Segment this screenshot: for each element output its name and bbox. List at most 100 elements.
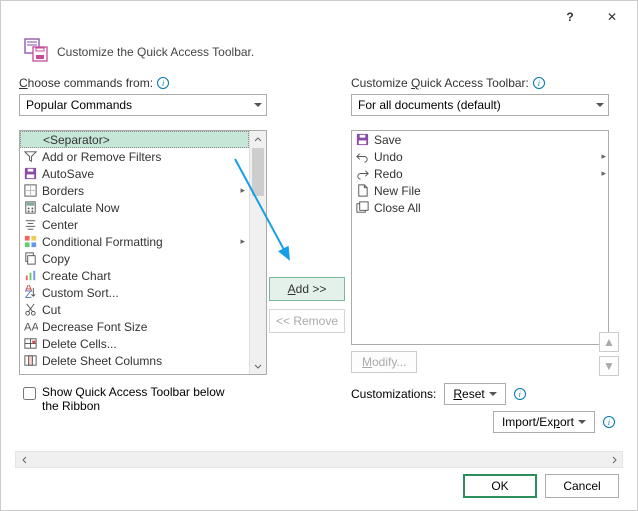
- chevron-down-icon: [254, 103, 262, 107]
- dialog-footer: OK Cancel: [463, 474, 619, 498]
- submenu-arrow-icon: ▸: [601, 168, 606, 179]
- list-item[interactable]: Redo ▸: [352, 165, 608, 182]
- list-item[interactable]: Cut: [20, 301, 249, 318]
- delcols-icon: [22, 353, 38, 369]
- import-export-button[interactable]: Import/Export: [493, 411, 595, 433]
- show-below-ribbon-checkbox[interactable]: Show Quick Access Toolbar below the Ribb…: [19, 385, 229, 413]
- list-item[interactable]: AA Decrease Font Size: [20, 318, 249, 335]
- titlebar: ? ✕: [1, 1, 637, 33]
- list-item[interactable]: Delete Cells...: [20, 335, 249, 352]
- dialog-header: Customize the Quick Access Toolbar.: [1, 33, 637, 76]
- item-label: Calculate Now: [42, 201, 119, 215]
- modify-button[interactable]: Modify...: [351, 351, 417, 373]
- copy-icon: [22, 251, 38, 267]
- info-icon[interactable]: i: [157, 77, 169, 89]
- move-down-button[interactable]: ▼: [599, 356, 619, 376]
- list-item[interactable]: AZ Custom Sort...: [20, 284, 249, 301]
- closeall-icon: [354, 200, 370, 216]
- center-icon: [22, 217, 38, 233]
- item-label: Redo: [374, 167, 403, 181]
- customizations-row: Customizations: Reset i: [351, 383, 609, 405]
- list-item[interactable]: <Separator>: [20, 131, 249, 148]
- list-item[interactable]: Save: [352, 131, 608, 148]
- save-icon: [354, 132, 370, 148]
- info-icon[interactable]: i: [514, 388, 526, 400]
- autosave-icon: [22, 166, 38, 182]
- cancel-button[interactable]: Cancel: [545, 474, 619, 498]
- item-label: <Separator>: [43, 133, 110, 147]
- list-item[interactable]: Add or Remove Filters: [20, 148, 249, 165]
- choose-commands-label: Choose commands from: i: [19, 76, 267, 90]
- right-column: Customize Quick Access Toolbar: i For al…: [351, 76, 609, 433]
- fontdec-icon: AA: [22, 319, 38, 335]
- list-item[interactable]: Undo ▸: [352, 148, 608, 165]
- close-button[interactable]: ✕: [591, 3, 633, 31]
- chevron-down-icon: [578, 420, 586, 424]
- item-label: Custom Sort...: [42, 286, 119, 300]
- list-item[interactable]: Center: [20, 216, 249, 233]
- borders-icon: [22, 183, 38, 199]
- reset-button[interactable]: Reset: [444, 383, 505, 405]
- choose-commands-combo[interactable]: Popular Commands: [19, 94, 267, 116]
- chevron-down-icon: [596, 103, 604, 107]
- customizations-label: Customizations:: [351, 387, 436, 401]
- chart-icon: [22, 268, 38, 284]
- submenu-arrow-icon: ▸: [601, 151, 606, 162]
- condfmt-icon: [22, 234, 38, 250]
- item-label: Decrease Font Size: [42, 320, 147, 334]
- dialog-title: Customize the Quick Access Toolbar.: [57, 45, 254, 59]
- calc-icon: [22, 200, 38, 216]
- item-label: New File: [374, 184, 421, 198]
- item-label: Center: [42, 218, 78, 232]
- redo-icon: [354, 166, 370, 182]
- scroll-thumb[interactable]: [252, 148, 264, 196]
- scroll-right-icon[interactable]: [605, 452, 622, 467]
- item-label: Conditional Formatting: [42, 235, 163, 249]
- qat-listbox[interactable]: Save Undo ▸ Redo ▸ New File Close All: [351, 130, 609, 345]
- item-label: Cut: [42, 303, 61, 317]
- remove-button[interactable]: << Remove: [269, 309, 345, 333]
- scrollbar-vertical[interactable]: [249, 131, 266, 374]
- delcells-icon: [22, 336, 38, 352]
- list-item[interactable]: Create Chart: [20, 267, 249, 284]
- item-label: AutoSave: [42, 167, 94, 181]
- list-item[interactable]: AutoSave: [20, 165, 249, 182]
- item-label: Add or Remove Filters: [42, 150, 161, 164]
- scroll-down-icon[interactable]: [250, 357, 266, 374]
- submenu-arrow-icon: ▸: [240, 185, 245, 196]
- scroll-up-icon[interactable]: [250, 131, 266, 148]
- chevron-down-icon: [489, 392, 497, 396]
- item-label: Delete Sheet Columns: [42, 354, 162, 368]
- list-item[interactable]: Calculate Now: [20, 199, 249, 216]
- item-label: Undo: [374, 150, 403, 164]
- info-icon[interactable]: i: [533, 77, 545, 89]
- move-up-button[interactable]: ▲: [599, 332, 619, 352]
- cut-icon: [22, 302, 38, 318]
- item-label: Close All: [374, 201, 421, 215]
- list-item[interactable]: Delete Sheet Columns: [20, 352, 249, 369]
- info-icon[interactable]: i: [603, 416, 615, 428]
- scrollbar-horizontal[interactable]: [15, 451, 623, 468]
- checkbox-input[interactable]: [23, 387, 36, 400]
- list-item[interactable]: Borders ▸: [20, 182, 249, 199]
- list-item[interactable]: Close All: [352, 199, 608, 216]
- list-item[interactable]: Copy: [20, 250, 249, 267]
- list-item[interactable]: Conditional Formatting ▸: [20, 233, 249, 250]
- customize-qat-label: Customize Quick Access Toolbar: i: [351, 76, 609, 90]
- scroll-left-icon[interactable]: [16, 452, 33, 467]
- undo-icon: [354, 149, 370, 165]
- customize-scope-combo[interactable]: For all documents (default): [351, 94, 609, 116]
- reorder-buttons: ▲ ▼: [599, 332, 619, 376]
- item-label: Borders: [42, 184, 84, 198]
- newfile-icon: [354, 183, 370, 199]
- help-button[interactable]: ?: [549, 3, 591, 31]
- item-label: Copy: [42, 252, 70, 266]
- sort-icon: AZ: [22, 285, 38, 301]
- item-label: Delete Cells...: [42, 337, 117, 351]
- submenu-arrow-icon: ▸: [240, 236, 245, 247]
- list-item[interactable]: New File: [352, 182, 608, 199]
- add-button[interactable]: Add >>: [269, 277, 345, 301]
- commands-listbox[interactable]: <Separator> Add or Remove Filters AutoSave…: [19, 130, 267, 375]
- ok-button[interactable]: OK: [463, 474, 537, 498]
- customize-qat-icon: [23, 37, 49, 66]
